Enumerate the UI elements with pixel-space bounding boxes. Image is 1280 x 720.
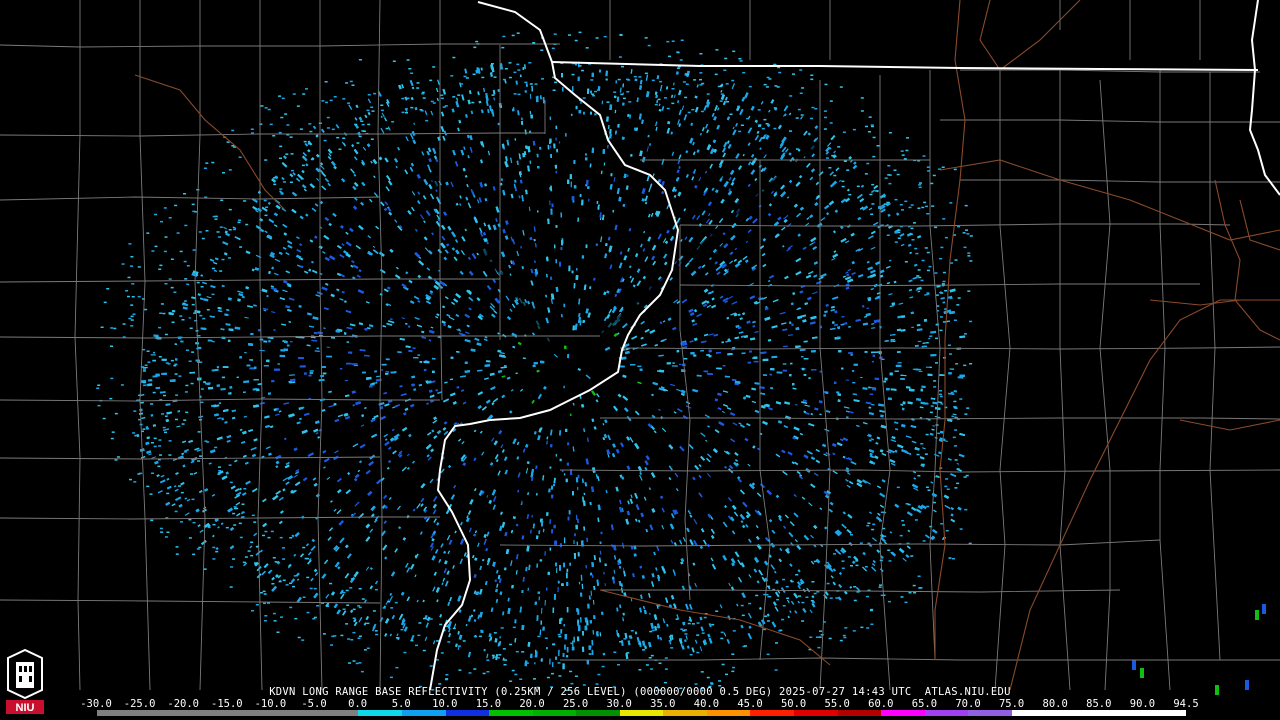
colorbar-swatch [227, 710, 272, 716]
colorbar-swatch [924, 710, 969, 716]
reflectivity-colorbar [96, 709, 1187, 717]
colorbar-swatch [663, 710, 707, 716]
colorbar-swatch [358, 710, 402, 716]
product-caption: KDVN LONG RANGE BASE REFLECTIVITY (0.25K… [269, 686, 1011, 698]
niu-logo: NIU [6, 648, 44, 714]
radar-map [0, 0, 1280, 720]
map-background [0, 0, 1280, 720]
colorbar-swatch [489, 710, 533, 716]
colorbar-swatch [1142, 710, 1187, 716]
colorbar-swatch [1011, 710, 1056, 716]
colorbar-swatch [401, 710, 446, 716]
colorbar-swatch [794, 710, 838, 716]
colorbar-swatch [1055, 710, 1099, 716]
colorbar-swatch [576, 710, 620, 716]
colorbar-swatch [271, 710, 315, 716]
radar-site-marker [561, 358, 573, 370]
colorbar-swatch [314, 710, 359, 716]
colorbar-swatch [706, 710, 751, 716]
logo-text: NIU [16, 702, 35, 714]
colorbar-swatch [184, 710, 228, 716]
colorbar-swatch [1098, 710, 1143, 716]
colorbar-swatch [97, 710, 141, 716]
colorbar-swatch [532, 710, 577, 716]
colorbar-swatch [445, 710, 490, 716]
colorbar-swatch [837, 710, 882, 716]
logo-tower [16, 662, 34, 688]
colorbar-swatch [619, 710, 664, 716]
colorbar-swatch [750, 710, 794, 716]
colorbar-swatch [881, 710, 925, 716]
colorbar-swatch [968, 710, 1012, 716]
colorbar-swatch [140, 710, 185, 716]
